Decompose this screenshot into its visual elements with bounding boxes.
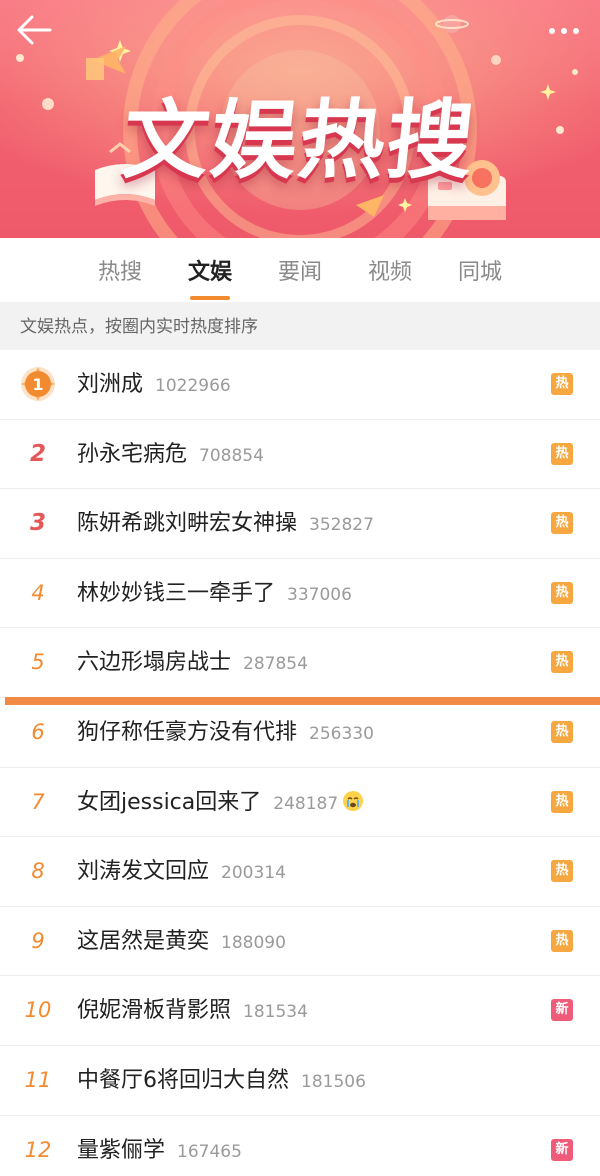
rank-number: 5 [31, 650, 45, 675]
hot-badge: 热 [551, 442, 573, 465]
rank-number: 6 [31, 719, 45, 744]
list-item-title: 孙永宅病危 708854 [77, 420, 264, 489]
hot-badge: 热 [551, 651, 573, 674]
list-item-title: 中餐厅6将回归大自然 181506 [77, 1046, 366, 1115]
list-item-title: 刘涛发文回应 200314 [77, 837, 286, 906]
item-count: 248187 [273, 793, 339, 814]
item-title-text: 狗仔称任豪方没有代排 [77, 719, 298, 745]
item-title-text: 女团jessica回来了 [77, 789, 262, 815]
list-item[interactable]: 2 孙永宅病危 708854 热 [0, 420, 600, 490]
rank-number: 12 [24, 1137, 52, 1162]
item-title-text: 六边形塌房战士 [77, 650, 232, 676]
list-item[interactable]: 5 六边形塌房战士 287854 热 [0, 628, 600, 698]
rank-medal-icon: 1 [21, 367, 55, 401]
tab-local[interactable]: 同城 [435, 254, 525, 286]
list-item[interactable]: 4 林妙妙钱三一牵手了 337006 热 [0, 559, 600, 629]
hot-badge: 热 [551, 929, 573, 952]
rank-number: 11 [24, 1067, 52, 1092]
item-count: 188090 [221, 932, 286, 953]
item-count: 352827 [309, 515, 374, 536]
list-item-title: 女团jessica回来了 248187 [77, 768, 364, 837]
item-title-text: 这居然是黄奕 [77, 928, 210, 954]
rank-number: 9 [31, 928, 45, 953]
hot-badge: 热 [551, 373, 573, 395]
item-count: 200314 [221, 863, 286, 884]
rank-number: 3 [29, 510, 46, 537]
item-title-text: 林妙妙钱三一牵手了 [77, 580, 276, 606]
list-item-title: 倪妮滑板背影照 181534 [77, 976, 308, 1045]
new-badge: 新 [551, 999, 573, 1022]
rank-number: 8 [31, 859, 45, 884]
position-divider [5, 697, 600, 705]
item-title-text: 孙永宅病危 [77, 441, 188, 467]
item-count: 1022966 [155, 376, 231, 396]
list-item[interactable]: 3 陈妍希跳刘畊宏女神操 352827 热 [0, 489, 600, 559]
tab-hot-search[interactable]: 热搜 [75, 254, 165, 286]
banner-title: 文娱热搜 [117, 91, 481, 191]
arrow-left-icon [17, 15, 52, 45]
item-count: 287854 [243, 654, 308, 675]
list-item-title: 狗仔称任豪方没有代排 256330 [77, 698, 374, 767]
hot-badge: 热 [551, 860, 573, 883]
tab-entertainment[interactable]: 文娱 [165, 254, 255, 300]
list-item-title: 量紫俪学 167465 [77, 1116, 242, 1176]
list-item[interactable]: 10 倪妮滑板背影照 181534 新 [0, 976, 600, 1046]
item-title-text: 倪妮滑板背影照 [77, 998, 232, 1024]
list-item[interactable]: 7 女团jessica回来了 248187 热 [0, 768, 600, 838]
list-item-title: 林妙妙钱三一牵手了 337006 [77, 559, 352, 628]
more-button[interactable] [542, 16, 586, 46]
rank-number: 10 [24, 998, 52, 1023]
hot-badge: 热 [551, 512, 573, 535]
rank-number: 7 [31, 789, 45, 814]
item-count: 256330 [309, 723, 374, 744]
list-description: 文娱热点，按圈内实时热度排序 [0, 302, 600, 350]
item-title-text: 刘涛发文回应 [77, 859, 210, 885]
item-count: 181534 [243, 1002, 308, 1023]
list-item-title: 刘洲成 1022966 [77, 350, 231, 419]
tab-news[interactable]: 要闻 [255, 254, 345, 286]
list-item[interactable]: 8 刘涛发文回应 200314 热 [0, 837, 600, 907]
tab-video[interactable]: 视频 [345, 254, 435, 286]
item-count: 167465 [177, 1141, 242, 1162]
item-title-text: 量紫俪学 [77, 1137, 166, 1163]
new-badge: 新 [551, 1138, 573, 1161]
hot-badge: 热 [551, 720, 573, 743]
item-title-text: 刘洲成 [77, 372, 144, 397]
item-count: 708854 [199, 445, 264, 466]
rank-number: 1 [32, 375, 43, 394]
list-item[interactable]: 9 这居然是黄奕 188090 热 [0, 907, 600, 977]
more-dots-icon [549, 28, 579, 34]
list-item-title: 这居然是黄奕 188090 [77, 907, 286, 976]
item-count: 337006 [287, 584, 352, 605]
back-button[interactable] [14, 12, 58, 52]
hot-search-list: 1 刘洲成 1022966 热 2 孙永宅病危 708854 热 3 陈妍希跳刘畊宏… [0, 350, 600, 1176]
tab-bar: 热搜 文娱 要闻 视频 同城 [0, 238, 600, 302]
banner: 文娱热搜 [0, 0, 600, 238]
item-count: 181506 [301, 1071, 366, 1092]
rank-number: 2 [29, 440, 46, 467]
list-item[interactable]: 12 量紫俪学 167465 新 [0, 1116, 600, 1176]
list-item[interactable]: 11 中餐厅6将回归大自然 181506 [0, 1046, 600, 1116]
hot-badge: 热 [551, 581, 573, 604]
list-item-title: 陈妍希跳刘畊宏女神操 352827 [77, 489, 374, 558]
hot-badge: 热 [551, 790, 573, 813]
crying-face-icon [343, 790, 364, 811]
item-title-text: 陈妍希跳刘畊宏女神操 [77, 511, 298, 537]
rank-number: 4 [31, 580, 45, 605]
item-title-text: 中餐厅6将回归大自然 [77, 1067, 289, 1093]
list-item-title: 六边形塌房战士 287854 [77, 628, 308, 697]
list-item[interactable]: 6 狗仔称任豪方没有代排 256330 热 [0, 698, 600, 768]
list-item[interactable]: 1 刘洲成 1022966 热 [0, 350, 600, 420]
